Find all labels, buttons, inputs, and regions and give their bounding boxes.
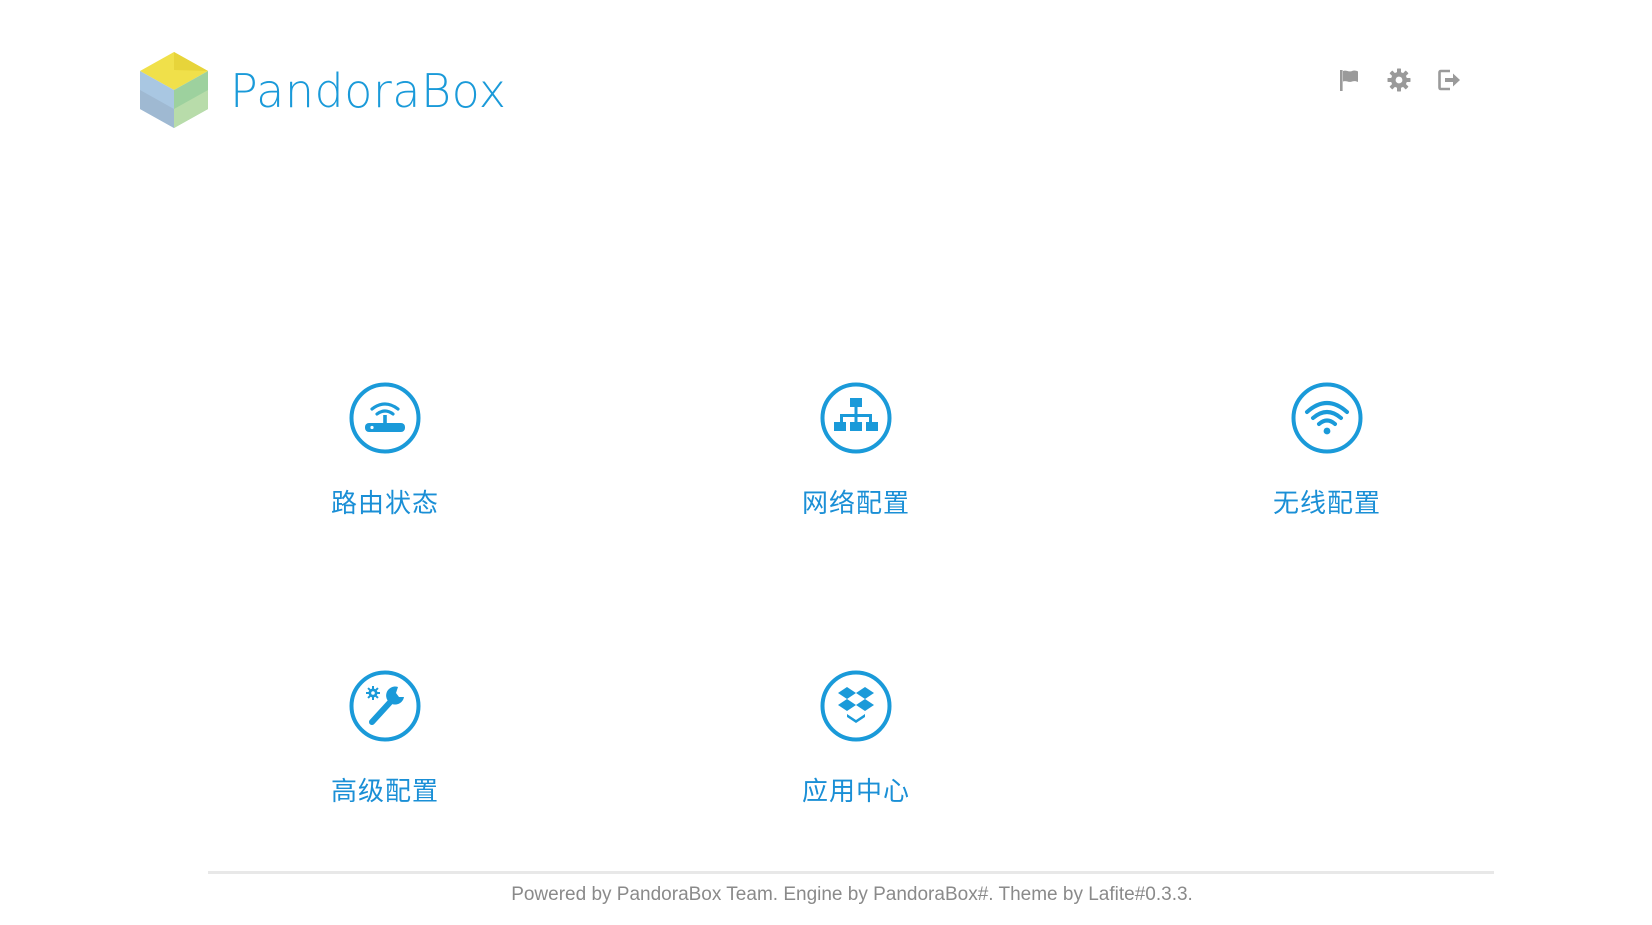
footer-divider: [208, 871, 1494, 874]
tile-router-status[interactable]: 路由状态: [265, 381, 505, 531]
tile-label: 高级配置: [330, 777, 439, 807]
footer-credits: Powered by PandoraBox Team. Engine by Pa…: [511, 884, 1193, 905]
tile-app-center[interactable]: 应用中心: [736, 669, 976, 819]
tile-label: 无线配置: [1272, 489, 1381, 519]
tile-label: 应用中心: [801, 777, 910, 807]
dropbox-apps-icon: [820, 670, 892, 742]
tile-label: 网络配置: [801, 489, 910, 519]
tile-wireless-config[interactable]: 无线配置: [1207, 381, 1447, 531]
wifi-icon: [1291, 382, 1363, 454]
wrench-gear-icon: [349, 670, 421, 742]
router-status-icon: [349, 382, 421, 454]
tile-network-config[interactable]: 网络配置: [736, 381, 976, 531]
tile-label: 路由状态: [330, 489, 439, 519]
network-tree-icon: [820, 382, 892, 454]
tile-advanced-config[interactable]: 高级配置: [265, 669, 505, 819]
main-tiles: 路由状态 网络配置 无线配置 高级配置 应用中心: [0, 0, 1652, 925]
